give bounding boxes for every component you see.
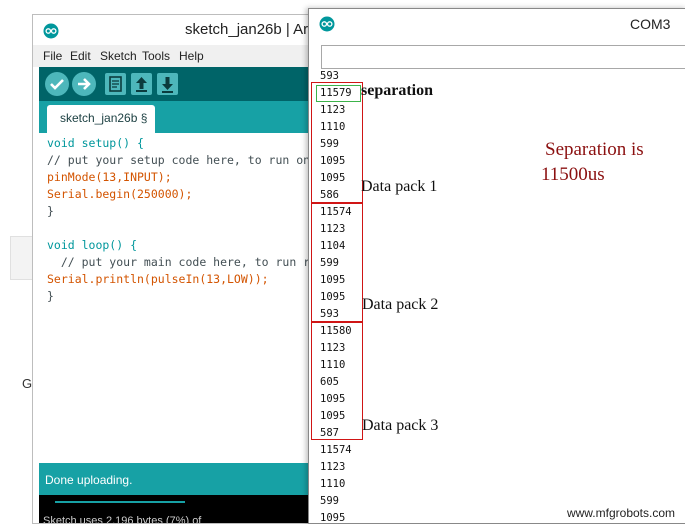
menu-sketch[interactable]: Sketch bbox=[100, 49, 137, 63]
serial-window-title: COM3 bbox=[630, 16, 671, 32]
save-arrow-down-icon bbox=[162, 77, 173, 93]
status-message: Done uploading. bbox=[45, 473, 133, 487]
code-line: void loop() { bbox=[47, 237, 137, 254]
serial-title-bar: COM3 bbox=[309, 9, 685, 39]
tab-label: sketch_jan26b § bbox=[60, 111, 148, 125]
code-text: pinMode(13,INPUT); bbox=[47, 170, 172, 184]
arduino-logo-icon bbox=[43, 23, 59, 43]
checkmark-icon bbox=[50, 79, 64, 90]
console-text: Sketch uses 2,196 bytes (7%) of bbox=[43, 515, 202, 524]
code-line: } bbox=[47, 289, 54, 303]
upload-button[interactable] bbox=[72, 72, 96, 96]
open-button[interactable] bbox=[131, 73, 152, 95]
data-pack-1-label: Data pack 1 bbox=[361, 178, 438, 195]
ide-toolbar bbox=[39, 67, 333, 101]
ide-console: Sketch uses 2,196 bytes (7%) of bbox=[39, 495, 333, 523]
code-text: Serial.println(pulseIn(13,LOW)); bbox=[47, 272, 269, 286]
new-file-icon bbox=[109, 76, 122, 92]
data-pack-3-box bbox=[311, 322, 363, 440]
serial-line: 593 bbox=[320, 70, 339, 82]
serial-line: 1095 bbox=[320, 512, 346, 524]
ide-title-bar: sketch_jan26b | Ard bbox=[33, 15, 333, 45]
save-button[interactable] bbox=[157, 73, 178, 95]
console-progress-strip bbox=[55, 501, 185, 503]
data-pack-2-box bbox=[311, 203, 363, 322]
arduino-logo-icon bbox=[319, 16, 335, 36]
separation-note-line2: 11500us bbox=[541, 164, 605, 185]
menu-tools[interactable]: Tools bbox=[142, 49, 170, 63]
menu-help[interactable]: Help bbox=[179, 49, 204, 63]
arrow-right-icon bbox=[78, 78, 91, 90]
code-line: void setup() { bbox=[47, 135, 144, 152]
serial-output[interactable]: 593 11579 1123 1110 599 1095 1095 586 11… bbox=[315, 67, 685, 523]
tab-sketch[interactable]: sketch_jan26b § bbox=[47, 105, 155, 133]
data-pack-2-label: Data pack 2 bbox=[362, 296, 439, 313]
watermark: www.mfgrobots.com bbox=[566, 506, 675, 520]
separation-label: separation bbox=[361, 82, 433, 99]
code-line: Serial.begin(250000); bbox=[47, 186, 192, 203]
code-line: Serial.println(pulseIn(13,LOW)); bbox=[47, 271, 269, 288]
code-text: void loop() { bbox=[47, 238, 138, 252]
serial-line: 1123 bbox=[320, 461, 346, 473]
code-text: Serial.begin(250000); bbox=[47, 187, 193, 201]
serial-send-input[interactable] bbox=[321, 45, 685, 69]
data-pack-1-box bbox=[311, 82, 363, 203]
verify-button[interactable] bbox=[45, 72, 69, 96]
code-line: } bbox=[47, 204, 54, 218]
arduino-ide-window: sketch_jan26b | Ard File Edit Sketch Too… bbox=[32, 14, 334, 524]
serial-line: 11574 bbox=[320, 444, 352, 456]
data-pack-3-label: Data pack 3 bbox=[362, 417, 439, 434]
ide-status-bar: Done uploading. bbox=[39, 463, 333, 495]
ide-menu-bar: File Edit Sketch Tools Help bbox=[33, 45, 333, 67]
code-line: pinMode(13,INPUT); bbox=[47, 169, 172, 186]
background-letter: G bbox=[22, 376, 33, 391]
ide-tab-bar: sketch_jan26b § bbox=[39, 101, 333, 133]
serial-line: 1110 bbox=[320, 478, 346, 490]
code-text: void setup() { bbox=[47, 136, 144, 150]
ide-window-title: sketch_jan26b | Ard bbox=[185, 21, 317, 38]
new-sketch-button[interactable] bbox=[105, 73, 126, 95]
separation-note-line1: Separation is bbox=[545, 139, 644, 160]
code-line: // put your setup code here, to run on bbox=[47, 153, 311, 167]
serial-line: 599 bbox=[320, 495, 339, 507]
menu-edit[interactable]: Edit bbox=[70, 49, 91, 63]
open-arrow-up-icon bbox=[136, 77, 147, 92]
menu-file[interactable]: File bbox=[43, 49, 62, 63]
code-line: // put your main code here, to run r bbox=[47, 255, 311, 269]
code-editor[interactable]: void setup() { // put your setup code he… bbox=[39, 133, 333, 463]
